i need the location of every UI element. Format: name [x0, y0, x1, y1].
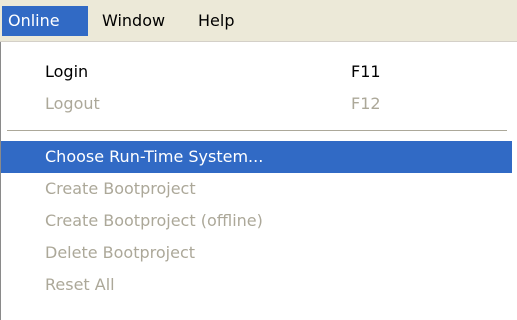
menu-separator [7, 130, 507, 132]
menu-window[interactable]: Window [96, 6, 186, 36]
menu-item-create-bootproject-offline[interactable]: Create Bootproject (offline) [1, 205, 512, 237]
menu-item-label: Create Bootproject (offline) [45, 211, 263, 230]
online-menu-dropdown: Login F11 Logout F12 Choose Run-Time Sys… [0, 42, 517, 320]
menu-item-choose-run-time-system[interactable]: Choose Run-Time System... [1, 141, 512, 173]
menu-item-shortcut: F12 [351, 94, 381, 113]
menu-item-label: Logout [45, 94, 100, 113]
menu-item-create-bootproject[interactable]: Create Bootproject [1, 173, 512, 205]
menu-item-logout[interactable]: Logout F12 [1, 88, 512, 120]
menu-item-label: Choose Run-Time System... [45, 147, 264, 166]
menu-help[interactable]: Help [192, 6, 252, 36]
menu-item-label: Create Bootproject [45, 179, 196, 198]
menu-item-label: Login [45, 62, 89, 81]
menu-item-label: Delete Bootproject [45, 243, 196, 262]
menu-bar: Online Window Help [0, 0, 517, 42]
menu-online[interactable]: Online [2, 6, 88, 36]
menu-item-reset-all[interactable]: Reset All [1, 269, 512, 301]
menu-item-label: Reset All [45, 275, 115, 294]
menu-item-shortcut: F11 [351, 62, 381, 81]
menu-item-delete-bootproject[interactable]: Delete Bootproject [1, 237, 512, 269]
menu-item-login[interactable]: Login F11 [1, 56, 512, 88]
